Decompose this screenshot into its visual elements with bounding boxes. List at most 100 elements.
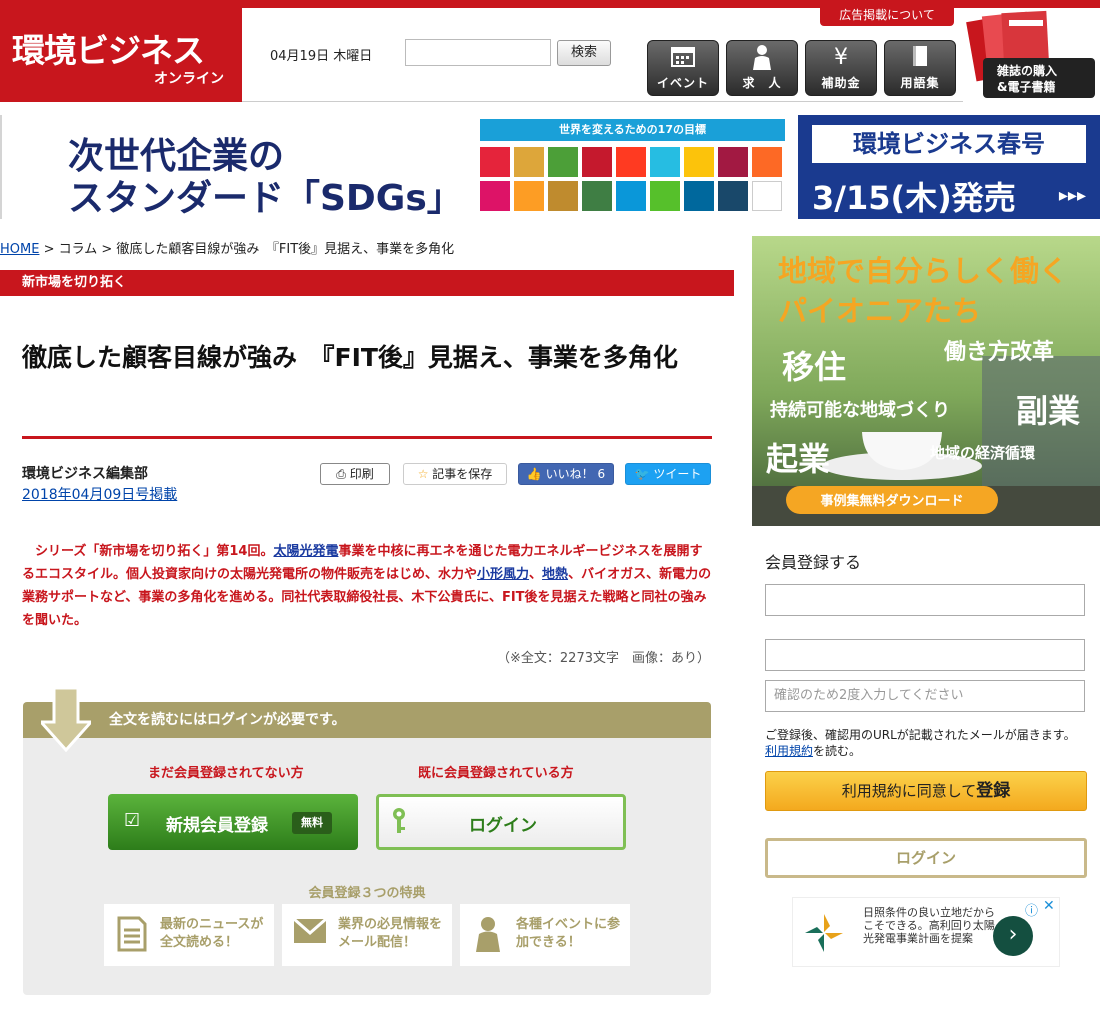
register-button[interactable]: ☑ 新規会員登録 無料: [108, 794, 358, 850]
benefit-news: 最新のニュースが全文読める！: [104, 904, 274, 966]
benefit-mail: 業界の必見情報をメール配信！: [282, 904, 452, 966]
sdg-tile: [650, 147, 680, 177]
lead-link-wind[interactable]: 小形風力: [477, 567, 529, 582]
title-divider: [22, 436, 712, 439]
chevron-right-icon[interactable]: ›: [993, 916, 1033, 956]
sidebar-login-button[interactable]: ログイン: [765, 838, 1087, 878]
print-icon: ⎙: [336, 467, 350, 481]
nav-event-button[interactable]: イベント: [647, 40, 719, 96]
spring-issue-date: 3/15(木)発売: [812, 179, 1016, 217]
sdg-tile: [718, 147, 748, 177]
sdg-header: 世界を変えるための17の目標: [480, 119, 785, 141]
sdg-tile: [480, 147, 510, 177]
sdg-tile: [684, 181, 714, 211]
close-icon[interactable]: ✕: [1043, 898, 1055, 914]
ad-info-link[interactable]: 広告掲載について: [820, 4, 954, 26]
save-article-button[interactable]: ☆ 記事を保存: [403, 463, 507, 485]
sdg-logo-tile: [752, 181, 782, 211]
search-input[interactable]: [405, 39, 551, 66]
tweet-button[interactable]: 🐦 ツイート: [625, 463, 711, 485]
person-icon: [727, 44, 797, 78]
breadcrumb-home[interactable]: HOME: [0, 242, 39, 257]
nav-label: イベント: [656, 76, 709, 90]
twitter-bird-icon: 🐦: [634, 467, 654, 481]
promo-title-1: 地域で自分らしく働く: [778, 254, 1069, 288]
breadcrumb-column[interactable]: コラム: [59, 242, 98, 257]
email-field[interactable]: [765, 639, 1085, 671]
person-icon: [470, 916, 506, 954]
save-label: 記事を保存: [432, 467, 493, 481]
ad-text: 日照条件の良い立地だからこそできる。高利回り太陽光発電事業計画を提案: [863, 906, 995, 945]
nav-label: 求 人: [742, 76, 782, 90]
lead-link-geothermal[interactable]: 地熱: [542, 567, 568, 582]
terms-suffix: を読む。: [813, 744, 862, 758]
benefit-text: 業界の必見情報をメール配信！: [338, 917, 443, 950]
nav-jobs-button[interactable]: 求 人: [726, 40, 798, 96]
like-label: いいね！ 6: [545, 467, 606, 481]
solar-ad[interactable]: 日照条件の良い立地だからこそできる。高利回り太陽光発電事業計画を提案 › ⓘ ✕: [792, 897, 1060, 967]
login-label: ログイン: [469, 816, 537, 836]
article-author: 環境ビジネス編集部: [22, 466, 148, 482]
article-pubdate[interactable]: 2018年04月09日号掲載: [22, 484, 177, 504]
promo-word: 働き方改革: [944, 340, 1055, 365]
email-confirm-field[interactable]: 確認のため2度入力してください: [765, 680, 1085, 712]
nav-label: 補助金: [821, 76, 861, 90]
sdgs-banner[interactable]: 次世代企業の スタンダード「SDGs」 世界を変えるための17の目標 環境ビジネ: [0, 115, 1100, 219]
promo-word: 地域の経済循環: [930, 444, 1036, 462]
tweet-label: ツイート: [653, 467, 702, 481]
nav-subsidy-button[interactable]: ¥ 補助金: [805, 40, 877, 96]
search-button[interactable]: 検索: [557, 40, 611, 66]
free-badge: 無料: [292, 812, 332, 834]
lead-link-solar[interactable]: 太陽光発電: [273, 544, 338, 559]
sdg-tile: [514, 181, 544, 211]
terms-link[interactable]: 利用規約: [765, 744, 813, 758]
breadcrumb-sep: >: [39, 242, 59, 257]
promo-word: 副業: [1016, 392, 1081, 430]
calendar-icon: [648, 44, 718, 76]
star-icon: ☆: [417, 467, 433, 481]
login-button[interactable]: ログイン: [376, 794, 626, 850]
sdg-tile: [616, 181, 646, 211]
register-label: 新規会員登録: [166, 816, 268, 836]
mail-icon: [292, 916, 328, 954]
pioneer-promo-banner[interactable]: 地域で自分らしく働く パイオニアたち 移住 働き方改革 持続可能な地域づくり 副…: [752, 236, 1100, 526]
key-icon: [391, 807, 407, 840]
like-button[interactable]: 👍 いいね！ 6: [518, 463, 614, 485]
magazine-purchase-link[interactable]: 雑誌の購入 &電子書籍: [963, 8, 1100, 102]
sdg-tile: [650, 181, 680, 211]
yen-icon: ¥: [834, 45, 848, 70]
email-field[interactable]: [765, 584, 1085, 616]
spring-issue-title: 環境ビジネス春号: [812, 125, 1086, 163]
ad-info-icon[interactable]: ⓘ: [1025, 900, 1038, 919]
existing-member-label: 既に会員登録されている方: [418, 766, 574, 781]
sdg-tile: [616, 147, 646, 177]
banner-headline: 次世代企業の スタンダード「SDGs」: [0, 115, 480, 219]
print-label: 印刷: [349, 467, 374, 481]
sdg-tile: [718, 181, 748, 211]
article-title: 徹底した顧客目線が強み 『FIT後』見据え、事業を多角化: [22, 343, 678, 372]
sdg-tile: [752, 147, 782, 177]
agree-label-strong: 登録: [976, 781, 1011, 801]
sdg-tile: [548, 147, 578, 177]
sdg-tile: [480, 181, 510, 211]
logo-main: 環境ビジネス: [12, 31, 205, 70]
sdg-goal-tiles: [480, 147, 785, 215]
site-logo[interactable]: 環境ビジネス オンライン: [0, 8, 242, 102]
signup-panel: 会員登録する 確認のため2度入力してください ご登録後、確認用のURLが記載され…: [752, 537, 1100, 827]
sdg-tile: [514, 147, 544, 177]
benefit-title: 会員登録３つの特典: [308, 886, 426, 901]
down-arrow-icon: [37, 686, 95, 758]
sdg-goals-panel: 世界を変えるための17の目標: [480, 119, 785, 215]
promo-word: 移住: [782, 348, 847, 386]
login-required-header: 全文を読むにはログインが必要です。: [23, 702, 711, 738]
spring-issue-promo[interactable]: 環境ビジネス春号 3/15(木)発売 ▸▸▸: [798, 115, 1100, 219]
site-header: 環境ビジネス オンライン 広告掲載について 04月19日 木曜日 検索 イベント…: [0, 4, 1100, 102]
print-button[interactable]: ⎙ 印刷: [320, 463, 390, 485]
nav-glossary-button[interactable]: 用語集: [884, 40, 956, 96]
benefit-text: 各種イベントに参加できる！: [516, 917, 621, 950]
promo-word: 起業: [766, 440, 831, 478]
login-required-box: 全文を読むにはログインが必要です。 まだ会員登録されてない方 既に会員登録されて…: [23, 686, 711, 995]
signup-note: ご登録後、確認用のURLが記載されたメールが届きます。 利用規約を読む。: [765, 727, 1095, 759]
agree-register-button[interactable]: 利用規約に同意して登録: [765, 771, 1087, 811]
book-icon: [885, 44, 955, 76]
